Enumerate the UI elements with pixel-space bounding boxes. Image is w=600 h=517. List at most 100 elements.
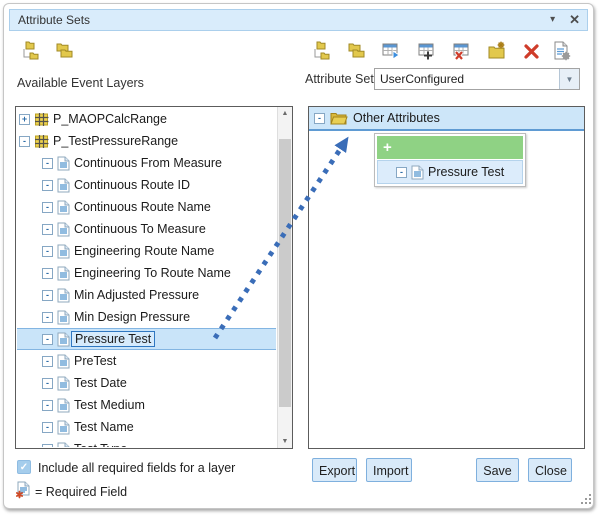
tree-expander-icon[interactable]: + xyxy=(19,114,30,125)
tree-row[interactable]: - PreTest xyxy=(17,350,276,372)
field-document-icon xyxy=(57,310,70,325)
close-window-icon[interactable]: ✕ xyxy=(562,10,587,30)
tree-row[interactable]: - Engineering To Route Name xyxy=(17,262,276,284)
event-layers-tree: + P_MAOPCalcRange- P_TestPressureRange- … xyxy=(17,108,276,447)
tree-folders-icon[interactable] xyxy=(312,41,332,61)
delete-x-icon[interactable] xyxy=(522,41,542,61)
drag-drop-preview: + - Pressure Test xyxy=(374,133,526,187)
tree-row[interactable]: + P_MAOPCalcRange xyxy=(17,108,276,130)
export-button[interactable]: Export xyxy=(312,458,357,482)
tree-item-label: Continuous Route Name xyxy=(74,200,211,214)
tree-row[interactable]: - Min Adjusted Pressure xyxy=(17,284,276,306)
scrollbar-thumb[interactable] xyxy=(279,139,291,407)
field-document-icon xyxy=(57,244,70,259)
tree-item-label: Test Type xyxy=(74,442,127,447)
tree-item-label: Continuous Route ID xyxy=(74,178,190,192)
tree-expander-icon[interactable]: - xyxy=(42,334,53,345)
tree-expander-icon[interactable]: - xyxy=(42,444,53,448)
tree-expander-icon[interactable]: - xyxy=(42,312,53,323)
field-document-icon xyxy=(57,266,70,281)
tree-expander-icon[interactable]: - xyxy=(42,378,53,389)
tree-row[interactable]: - Engineering Route Name xyxy=(17,240,276,262)
attribute-set-value: UserConfigured xyxy=(375,72,559,86)
tree-expander-icon: - xyxy=(396,167,407,178)
tree-expander-icon[interactable]: - xyxy=(42,158,53,169)
tree-expander-icon[interactable]: - xyxy=(42,180,53,191)
tree-row[interactable]: - Continuous To Measure xyxy=(17,218,276,240)
tree-expander-icon[interactable]: - xyxy=(314,113,325,124)
stacked-folders-icon[interactable] xyxy=(55,41,75,61)
tree-item-label: Test Name xyxy=(74,420,134,434)
field-document-icon xyxy=(57,178,70,193)
tree-item-label: P_MAOPCalcRange xyxy=(53,112,167,126)
tree-row[interactable]: - Test Name xyxy=(17,416,276,438)
tree-row[interactable]: - Min Design Pressure xyxy=(17,306,276,328)
required-field-icon xyxy=(15,481,31,504)
title-bar: Attribute Sets ▾ ✕ xyxy=(9,9,588,31)
document-gear-icon[interactable] xyxy=(552,41,572,61)
import-button[interactable]: Import xyxy=(366,458,412,482)
tree-item-label: Test Medium xyxy=(74,398,145,412)
tree-row[interactable]: - Continuous From Measure xyxy=(17,152,276,174)
tree-item-label: Test Date xyxy=(74,376,127,390)
save-button[interactable]: Save xyxy=(476,458,519,482)
folder-gear-icon[interactable] xyxy=(487,41,507,61)
tree-folders-icon[interactable] xyxy=(21,41,41,61)
tree-item-label: P_TestPressureRange xyxy=(53,134,178,148)
tree-expander-icon[interactable]: - xyxy=(42,422,53,433)
drop-allowed-plus-icon: + xyxy=(377,136,523,159)
field-document-icon xyxy=(57,420,70,435)
required-field-legend: = Required Field xyxy=(35,485,127,499)
resize-grip[interactable] xyxy=(579,492,591,504)
field-document-icon xyxy=(57,354,70,369)
tree-expander-icon[interactable]: - xyxy=(42,202,53,213)
table-add-icon[interactable] xyxy=(417,41,437,61)
attribute-set-label: Attribute Set: xyxy=(305,72,377,86)
tree-row[interactable]: - Test Date xyxy=(17,372,276,394)
field-document-icon xyxy=(57,156,70,171)
tree-row[interactable]: - Pressure Test xyxy=(17,328,276,350)
collapse-window-icon[interactable]: ▾ xyxy=(543,10,562,30)
tree-scrollbar[interactable]: ▲ ▼ xyxy=(277,107,292,448)
window-title: Attribute Sets xyxy=(10,13,543,27)
table-delete-icon[interactable] xyxy=(452,41,472,61)
tree-expander-icon[interactable]: - xyxy=(42,356,53,367)
close-button[interactable]: Close xyxy=(528,458,572,482)
other-attributes-group[interactable]: - Other Attributes xyxy=(309,107,584,131)
tree-expander-icon[interactable]: - xyxy=(42,246,53,257)
attribute-set-dropdown[interactable]: UserConfigured ▼ xyxy=(374,68,580,90)
tree-item-label: Engineering Route Name xyxy=(74,244,214,258)
include-required-fields-label: Include all required fields for a layer xyxy=(38,461,235,475)
field-document-icon xyxy=(411,165,424,180)
include-required-fields-checkbox[interactable]: ✓ xyxy=(17,460,31,474)
tree-expander-icon[interactable]: - xyxy=(42,290,53,301)
field-document-icon xyxy=(57,398,70,413)
tree-item-label: Continuous To Measure xyxy=(74,222,206,236)
stacked-folders-icon[interactable] xyxy=(347,41,367,61)
field-document-icon xyxy=(57,442,70,448)
field-document-icon xyxy=(57,288,70,303)
tree-row[interactable]: - Test Medium xyxy=(17,394,276,416)
field-document-icon xyxy=(57,222,70,237)
group-label: Other Attributes xyxy=(353,111,440,125)
tree-expander-icon[interactable]: - xyxy=(19,136,30,147)
chevron-down-icon[interactable]: ▼ xyxy=(559,69,579,89)
scroll-up-icon[interactable]: ▲ xyxy=(278,110,292,117)
tree-row[interactable]: - Test Type xyxy=(17,438,276,447)
tree-row[interactable]: - Continuous Route ID xyxy=(17,174,276,196)
tree-item-label: Min Adjusted Pressure xyxy=(74,288,199,302)
scroll-down-icon[interactable]: ▼ xyxy=(278,438,292,445)
open-folder-icon xyxy=(330,111,348,125)
available-event-layers-label: Available Event Layers xyxy=(17,76,144,90)
tree-expander-icon[interactable]: - xyxy=(42,400,53,411)
field-document-icon xyxy=(57,332,70,347)
dragged-item-label: Pressure Test xyxy=(428,165,504,179)
tree-row[interactable]: - Continuous Route Name xyxy=(17,196,276,218)
tree-expander-icon[interactable]: - xyxy=(42,224,53,235)
field-document-icon xyxy=(57,200,70,215)
table-arrow-icon[interactable] xyxy=(382,41,402,61)
dragged-item-row: - Pressure Test xyxy=(377,160,523,184)
field-document-icon xyxy=(57,376,70,391)
tree-row[interactable]: - P_TestPressureRange xyxy=(17,130,276,152)
tree-expander-icon[interactable]: - xyxy=(42,268,53,279)
